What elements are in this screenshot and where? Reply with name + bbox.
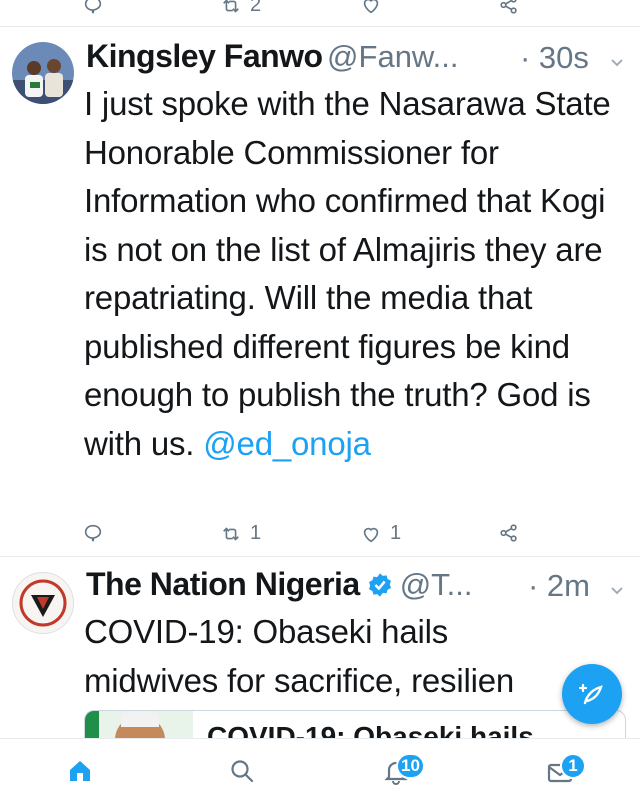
tweet-body: I just spoke with the Nasarawa State Hon…	[84, 80, 619, 468]
retweet-count: 2	[250, 0, 262, 16]
verified-badge-icon	[368, 572, 391, 597]
divider	[0, 556, 640, 557]
mention-link[interactable]: @ed_onoja	[203, 425, 371, 462]
share-action[interactable]	[498, 0, 520, 16]
avatar-image	[12, 42, 74, 104]
avatar[interactable]	[12, 572, 74, 634]
notifications-badge: 10	[396, 753, 425, 779]
retweet-action[interactable]: 2	[220, 0, 261, 17]
divider	[0, 26, 640, 27]
timestamp[interactable]: · 2m	[528, 568, 590, 604]
reply-action[interactable]	[82, 522, 104, 544]
retweet-icon	[223, 526, 239, 541]
like-action[interactable]: 1	[360, 522, 401, 545]
retweet-icon	[223, 0, 239, 13]
nav-home[interactable]	[66, 757, 94, 790]
tweet-header: Kingsley Fanwo @Fanw...	[86, 38, 458, 75]
like-action[interactable]	[360, 0, 382, 16]
bottom-nav: 10 1	[0, 738, 640, 805]
reply-icon	[84, 0, 102, 14]
nav-search[interactable]	[228, 757, 256, 790]
reply-icon	[84, 524, 102, 542]
chevron-down-icon[interactable]	[608, 54, 626, 72]
avatar-image	[13, 573, 73, 633]
home-icon	[70, 761, 90, 781]
share-icon	[500, 0, 517, 14]
retweet-action[interactable]: 1	[220, 522, 261, 545]
author-handle[interactable]: @Fanw...	[327, 39, 458, 74]
heart-icon	[363, 527, 379, 542]
compose-feather-icon	[578, 683, 603, 705]
like-count: 1	[390, 522, 402, 544]
tweet-header: The Nation Nigeria @T...	[86, 566, 473, 603]
heart-icon	[363, 0, 379, 14]
tweet-text: I just spoke with the Nasarawa State Hon…	[84, 85, 611, 462]
author-handle[interactable]: @T...	[400, 567, 473, 603]
retweet-count: 1	[250, 522, 262, 544]
chevron-down-icon[interactable]	[608, 582, 626, 600]
avatar[interactable]	[12, 42, 74, 104]
author-name[interactable]: Kingsley Fanwo	[86, 38, 323, 74]
tweet-text: COVID-19: Obaseki hails midwives for sac…	[84, 613, 515, 699]
search-icon	[231, 760, 254, 783]
reply-action[interactable]	[82, 0, 104, 16]
tweet-body: COVID-19: Obaseki hails midwives for sac…	[84, 608, 554, 705]
author-name[interactable]: The Nation Nigeria	[86, 566, 360, 603]
compose-tweet-button[interactable]	[562, 664, 622, 724]
timestamp[interactable]: · 30s	[520, 40, 589, 76]
share-icon	[500, 524, 517, 542]
share-action[interactable]	[498, 522, 520, 544]
messages-badge: 1	[560, 753, 586, 779]
